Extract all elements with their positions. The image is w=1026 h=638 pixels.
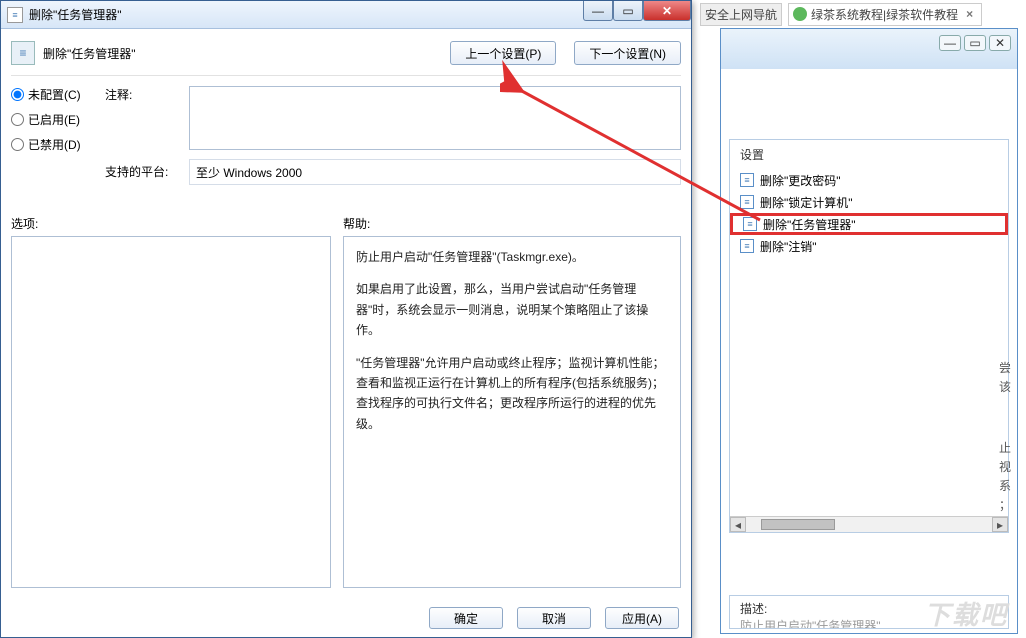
policy-item[interactable]: ≡ 删除"注销" xyxy=(730,235,1008,257)
ok-button[interactable]: 确定 xyxy=(429,607,503,629)
platform-label: 支持的平台: xyxy=(105,159,185,180)
watermark: 下载吧 xyxy=(924,595,1008,632)
browser-tab-1[interactable]: 安全上网导航 xyxy=(700,3,782,26)
next-setting-button[interactable]: 下一个设置(N) xyxy=(574,41,681,65)
policy-item-label: 删除"更改密码" xyxy=(760,172,841,189)
policy-icon: ≡ xyxy=(740,173,754,187)
state-radio-group: 未配置(C) 已启用(E) 已禁用(D) xyxy=(11,86,101,153)
policy-icon: ≡ xyxy=(740,239,754,253)
dialog-icon: ≡ xyxy=(7,7,23,23)
platform-value: 至少 Windows 2000 xyxy=(189,159,681,185)
help-paragraph: "任务管理器"允许用户启动或终止程序；监视计算机性能；查看和监视正运行在计算机上… xyxy=(356,353,668,435)
policy-dialog: ≡ 删除"任务管理器" — ▭ ✕ ≡ 删除"任务管理器" 上一个设置(P) 下… xyxy=(0,0,692,638)
help-label: 帮助: xyxy=(343,215,681,232)
policy-item-label: 删除"任务管理器" xyxy=(763,216,856,233)
close-button[interactable]: ✕ xyxy=(989,35,1011,51)
scroll-left-icon[interactable]: ◂ xyxy=(730,517,746,532)
leaf-icon xyxy=(793,7,807,21)
close-icon[interactable]: × xyxy=(962,7,977,21)
dialog-title: 删除"任务管理器" xyxy=(29,6,122,23)
tab-label: 绿茶系统教程|绿茶软件教程 xyxy=(811,6,958,23)
previous-setting-button[interactable]: 上一个设置(P) xyxy=(450,41,556,65)
horizontal-scrollbar[interactable]: ◂ ▸ xyxy=(730,516,1008,532)
dialog-titlebar[interactable]: ≡ 删除"任务管理器" — ▭ ✕ xyxy=(1,1,691,29)
radio-input[interactable] xyxy=(11,113,24,126)
radio-enabled[interactable]: 已启用(E) xyxy=(11,111,101,128)
comment-label: 注释: xyxy=(105,86,185,103)
tab-label: 安全上网导航 xyxy=(705,6,777,23)
maximize-button[interactable]: ▭ xyxy=(964,35,986,51)
bg-window-controls: — ▭ ✕ xyxy=(939,35,1011,51)
scroll-thumb[interactable] xyxy=(761,519,835,530)
policy-item-label: 删除"锁定计算机" xyxy=(760,194,853,211)
radio-not-configured[interactable]: 未配置(C) xyxy=(11,86,101,103)
options-panel xyxy=(11,236,331,588)
minimize-button[interactable]: — xyxy=(583,1,613,21)
comment-textarea[interactable] xyxy=(189,86,681,150)
radio-input[interactable] xyxy=(11,138,24,151)
policy-header-icon: ≡ xyxy=(11,41,35,65)
help-paragraph: 防止用户启动"任务管理器"(Taskmgr.exe)。 xyxy=(356,247,668,267)
options-label: 选项: xyxy=(11,215,331,232)
gpedit-background-window: — ▭ ✕ 设置 ≡ 删除"更改密码" ≡ 删除"锁定计算机" ≡ 删除"任务管… xyxy=(720,28,1018,634)
minimize-button[interactable]: — xyxy=(939,35,961,51)
settings-list-panel: 设置 ≡ 删除"更改密码" ≡ 删除"锁定计算机" ≡ 删除"任务管理器" ≡ … xyxy=(729,139,1009,533)
help-paragraph: 如果启用了此设置，那么，当用户尝试启动"任务管理器"时，系统会显示一则消息，说明… xyxy=(356,279,668,340)
scroll-right-icon[interactable]: ▸ xyxy=(992,517,1008,532)
policy-icon: ≡ xyxy=(743,217,757,231)
browser-tab-2[interactable]: 绿茶系统教程|绿茶软件教程 × xyxy=(788,3,982,26)
settings-column-header: 设置 xyxy=(730,140,1008,169)
radio-label: 未配置(C) xyxy=(28,86,81,103)
policy-header-title: 删除"任务管理器" xyxy=(43,45,156,62)
policy-item[interactable]: ≡ 删除"锁定计算机" xyxy=(730,191,1008,213)
policy-icon: ≡ xyxy=(740,195,754,209)
radio-input[interactable] xyxy=(11,88,24,101)
clipped-text-fragments: 尝 该 止 视 系 ； xyxy=(999,359,1017,515)
radio-disabled[interactable]: 已禁用(D) xyxy=(11,136,101,153)
apply-button[interactable]: 应用(A) xyxy=(605,607,679,629)
browser-tabs: 安全上网导航 绿茶系统教程|绿茶软件教程 × xyxy=(700,4,1022,24)
policy-item[interactable]: ≡ 删除"更改密码" xyxy=(730,169,1008,191)
divider xyxy=(11,75,681,76)
maximize-button[interactable]: ▭ xyxy=(613,1,643,21)
policy-item-label: 删除"注销" xyxy=(760,238,817,255)
radio-label: 已启用(E) xyxy=(28,111,80,128)
close-button[interactable]: ✕ xyxy=(643,1,691,21)
radio-label: 已禁用(D) xyxy=(28,136,81,153)
cancel-button[interactable]: 取消 xyxy=(517,607,591,629)
help-panel: 防止用户启动"任务管理器"(Taskmgr.exe)。 如果启用了此设置，那么，… xyxy=(343,236,681,588)
policy-item-task-manager[interactable]: ≡ 删除"任务管理器" xyxy=(730,213,1008,235)
